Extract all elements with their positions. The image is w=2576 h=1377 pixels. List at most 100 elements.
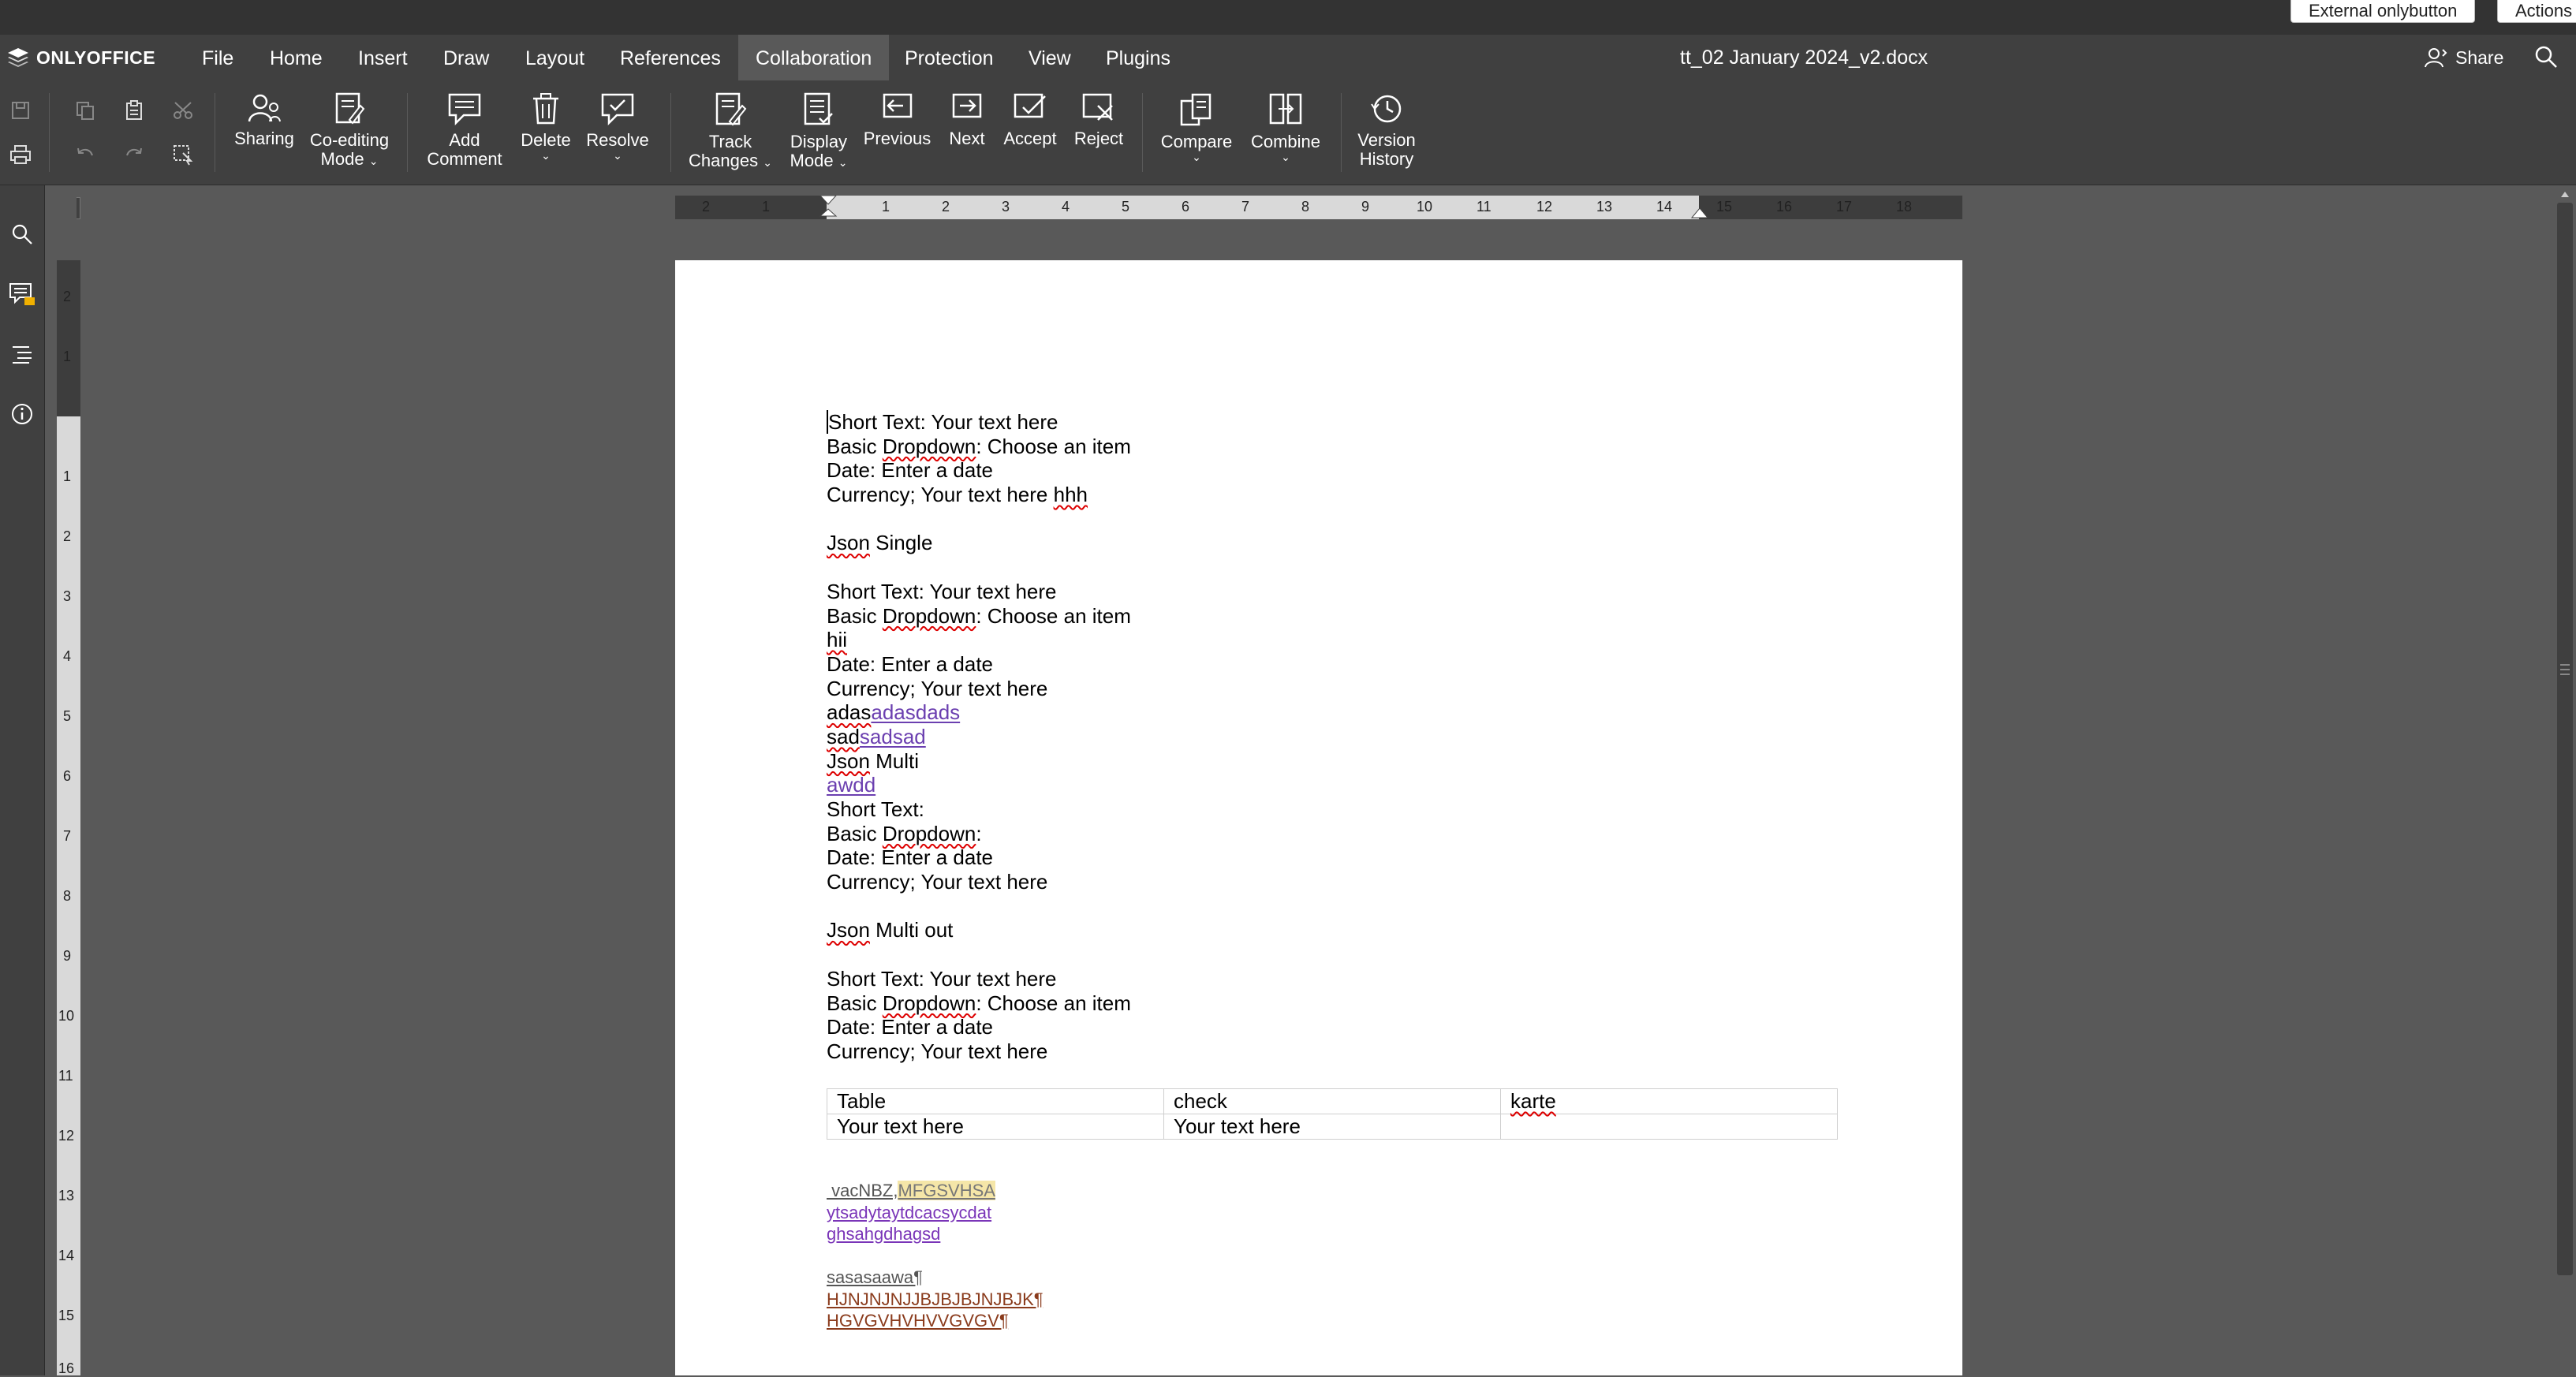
doc-empty-line[interactable] [827,555,1131,580]
menu-file[interactable]: File [185,35,251,80]
horizontal-ruler[interactable]: 2 1 1 2 3 4 5 6 7 8 9 10 11 12 13 14 15 … [675,196,1962,219]
misspelled-word[interactable]: sad [827,725,860,748]
misspelled-word[interactable]: Json [827,918,870,942]
doc-line[interactable]: Currency; Your text here [827,870,1131,894]
menu-insert[interactable]: Insert [341,35,425,80]
misspelled-word[interactable]: Dropdown [883,822,976,845]
misspelled-word[interactable]: hhh [1054,483,1088,506]
table-cell[interactable]: Your text here [827,1114,1164,1140]
menu-collaboration[interactable]: Collaboration [738,35,890,80]
doc-line[interactable]: Short Text: [827,797,1131,822]
document-page[interactable]: Short Text: Your text here Basic Dropdow… [675,260,1962,1375]
doc-empty-line[interactable] [827,507,1131,532]
doc-empty-line[interactable] [827,942,1131,967]
menu-plugins[interactable]: Plugins [1088,35,1188,80]
doc-line[interactable]: vacNBZ,MFGSVHSA [827,1180,1043,1202]
tracked-insertion[interactable]: ghsahgdhagsd [827,1224,940,1244]
compare-button[interactable]: Compare ⌄ [1153,91,1240,162]
next-change-button[interactable]: Next [943,91,991,148]
doc-line[interactable]: Currency; Your text here [827,1039,1131,1064]
navigation-icon[interactable] [6,338,38,370]
highlighted-text[interactable]: MFGSVHSA [898,1181,995,1200]
info-icon[interactable] [6,398,38,430]
menu-references[interactable]: References [603,35,738,80]
doc-line[interactable]: Basic Dropdown: Choose an item [827,435,1131,459]
doc-line[interactable]: HGVGVHVHVVGVGV¶ [827,1310,1043,1332]
doc-line[interactable]: hii [827,628,1131,652]
doc-line[interactable]: Currency; Your text here hhh [827,483,1131,507]
misspelled-word[interactable]: Json [827,749,870,773]
scrollbar-thumb[interactable] [2557,203,2573,1275]
comments-panel-icon[interactable] [6,278,38,310]
doc-line[interactable]: sasasaawa¶ [827,1267,1043,1289]
misspelled-word[interactable]: hii [827,628,847,651]
misspelled-word[interactable]: karte [1510,1089,1556,1113]
misspelled-word[interactable]: adas [827,700,871,724]
doc-line[interactable]: Basic Dropdown: [827,822,1131,846]
save-icon[interactable] [5,95,36,126]
select-all-icon[interactable] [167,139,199,170]
vertical-scrollbar[interactable] [2554,185,2576,1375]
paste-icon[interactable] [118,95,150,126]
menu-view[interactable]: View [1011,35,1088,80]
reject-change-button[interactable]: Reject [1066,91,1131,148]
menu-protection[interactable]: Protection [887,35,1011,80]
scroll-up-icon[interactable] [2560,190,2570,198]
menu-layout[interactable]: Layout [508,35,602,80]
doc-line[interactable]: adasadasdads [827,700,1131,725]
doc-line[interactable]: ytsadytaytdcacsycdat [827,1202,1043,1224]
doc-line[interactable]: Basic Dropdown: Choose an item [827,604,1131,629]
right-indent-marker-icon[interactable] [1690,207,1709,219]
previous-change-button[interactable]: Previous [860,91,935,148]
doc-line[interactable]: Json Multi [827,749,1131,774]
resolve-button[interactable]: Resolve ⌄ [582,91,653,161]
misspelled-word[interactable]: Json [827,531,870,554]
tracked-insertion[interactable]: HGVGVHVHVVGVGV¶ [827,1311,1009,1330]
doc-line[interactable]: Json Multi out [827,918,1131,942]
tracked-insertion[interactable]: HJNJNJNJJBJBJBJNJBJK¶ [827,1289,1043,1309]
table-cell[interactable] [1500,1114,1838,1140]
table-cell[interactable]: Table [827,1088,1164,1114]
doc-empty-line[interactable] [827,894,1131,919]
print-icon[interactable] [5,139,36,170]
misspelled-word[interactable]: Dropdown [883,604,976,628]
search-icon[interactable] [2533,44,2559,73]
tracked-insertion[interactable]: ytsadytaytdcacsycdat [827,1203,991,1222]
redo-icon[interactable] [118,139,150,170]
menu-draw[interactable]: Draw [426,35,506,80]
doc-line[interactable]: sadsadsad [827,725,1131,749]
cut-icon[interactable] [167,95,199,126]
doc-line[interactable]: ghsahgdhagsd [827,1223,1043,1245]
external-onlybutton[interactable]: External onlybutton [2290,0,2476,23]
table-cell[interactable]: karte [1500,1088,1838,1114]
table-cell[interactable]: check [1163,1088,1501,1114]
copy-icon[interactable] [69,95,101,126]
doc-line[interactable]: Currency; Your text here [827,677,1131,701]
table-cell[interactable]: Your text here [1163,1114,1501,1140]
version-history-button[interactable]: Version History [1350,91,1423,169]
combine-button[interactable]: Combine ⌄ [1245,91,1327,162]
doc-line[interactable]: Short Text: Your text here [827,580,1131,604]
undo-icon[interactable] [69,139,101,170]
track-changes-button[interactable]: Track Changes ⌄ [683,91,778,170]
delete-comment-button[interactable]: Delete ⌄ [514,91,577,161]
tracked-insertion[interactable]: sadsad [860,725,926,748]
vertical-ruler[interactable]: 2 1 1 2 3 4 5 6 7 8 9 10 11 12 13 14 15 … [57,260,80,1376]
doc-line[interactable]: Date: Enter a date [827,1015,1131,1039]
doc-line[interactable]: Basic Dropdown: Choose an item [827,991,1131,1016]
doc-line[interactable]: Short Text: Your text here [827,967,1131,991]
tracked-insertion[interactable]: adasdads [871,700,960,724]
document-body[interactable]: Short Text: Your text here Basic Dropdow… [827,410,1131,1064]
document-tail[interactable]: vacNBZ,MFGSVHSA ytsadytaytdcacsycdat ghs… [827,1180,1043,1332]
document-table[interactable]: Table check karte Your text here Your te… [827,1088,1838,1140]
misspelled-word[interactable]: Dropdown [883,991,976,1015]
doc-line[interactable]: Short Text: Your text here [827,410,1131,435]
doc-line[interactable]: Date: Enter a date [827,652,1131,677]
coediting-mode-button[interactable]: Co-editing Mode ⌄ [306,91,393,169]
actions-button[interactable]: Actions [2497,0,2576,23]
doc-line[interactable]: Json Single [827,531,1131,555]
tracked-insertion[interactable]: awdd [827,773,875,797]
add-comment-button[interactable]: Add Comment [421,91,508,169]
misspelled-word[interactable]: Dropdown [883,435,976,458]
doc-line[interactable]: HJNJNJNJJBJBJBJNJBJK¶ [827,1289,1043,1311]
